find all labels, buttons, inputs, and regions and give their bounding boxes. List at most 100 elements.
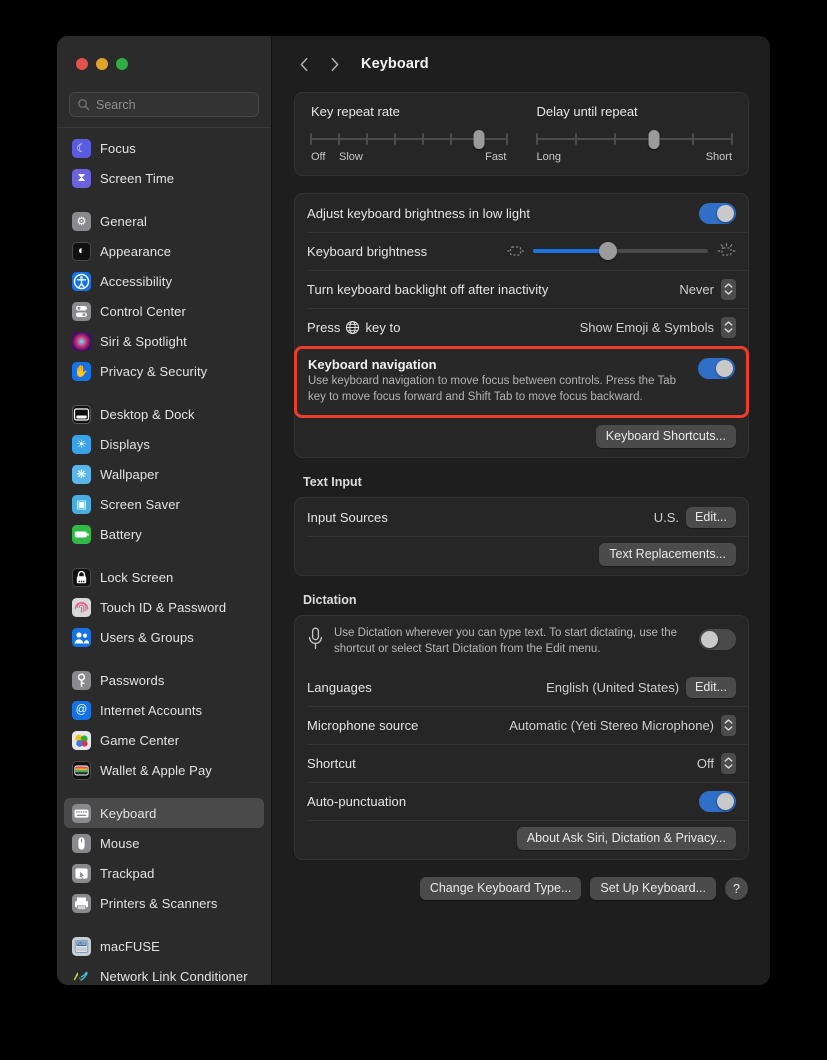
- sidebar-item-label: Displays: [100, 436, 150, 452]
- dictation-shortcut-row[interactable]: Shortcut Off: [295, 744, 748, 782]
- sidebar-item-displays[interactable]: ☀ Displays: [64, 429, 264, 459]
- close-button[interactable]: [76, 58, 88, 70]
- slider-knob[interactable]: [648, 130, 660, 149]
- keyboard-brightness-slider[interactable]: [533, 242, 708, 260]
- slider-knob[interactable]: [473, 130, 485, 149]
- sidebar-item-wallet-apple-pay[interactable]: Wallet & Apple Pay: [64, 755, 264, 785]
- adjust-brightness-label: Adjust keyboard brightness in low light: [307, 205, 531, 221]
- delay-repeat-slider[interactable]: [535, 130, 733, 149]
- lock-screen-icon: [72, 567, 91, 587]
- sidebar-item-appearance[interactable]: ◐ Appearance: [64, 236, 264, 266]
- auto-punctuation-toggle[interactable]: [699, 790, 736, 812]
- microphone-icon: [308, 627, 323, 650]
- sidebar-item-printers-scanners[interactable]: Printers & Scanners: [64, 888, 264, 918]
- sidebar-item-keyboard[interactable]: Keyboard: [64, 798, 264, 828]
- sidebar-item-label: Control Center: [100, 303, 186, 319]
- dictation-description: Use Dictation wherever you can type text…: [334, 627, 678, 655]
- forward-button[interactable]: [321, 51, 347, 77]
- globe-key-label-before: Press: [307, 319, 341, 335]
- sidebar-item-network-link-conditioner[interactable]: Network Link Conditioner: [64, 961, 264, 985]
- sidebar-item-label: Internet Accounts: [100, 702, 203, 718]
- page-title: Keyboard: [361, 56, 429, 72]
- sidebar-item-privacy-security[interactable]: ✋ Privacy & Security: [64, 356, 264, 386]
- keyboard-navigation-toggle[interactable]: [698, 358, 735, 379]
- input-sources-edit-button[interactable]: Edit...: [686, 506, 736, 528]
- sidebar-item-lock-screen[interactable]: Lock Screen: [64, 562, 264, 592]
- sidebar-item-internet-accounts[interactable]: @ Internet Accounts: [64, 695, 264, 725]
- search-box[interactable]: [69, 92, 259, 117]
- sidebar-item-users-groups[interactable]: Users & Groups: [64, 622, 264, 652]
- slider-tick: [337, 133, 340, 145]
- sidebar-item-screen-time[interactable]: ⧗ Screen Time: [64, 163, 264, 193]
- sidebar-item-desktop-dock[interactable]: Desktop & Dock: [64, 399, 264, 429]
- set-up-keyboard-button[interactable]: Set Up Keyboard...: [590, 877, 716, 901]
- delay-repeat-tick-labels: Long Short: [537, 151, 733, 166]
- appearance-icon: ◐: [72, 241, 91, 261]
- microphone-source-popup[interactable]: [721, 714, 736, 736]
- back-button[interactable]: [291, 51, 317, 77]
- game-center-icon: [72, 730, 91, 750]
- keyboard-navigation-row: Keyboard navigation Use keyboard navigat…: [294, 346, 749, 419]
- about-ask-siri-button[interactable]: About Ask Siri, Dictation & Privacy...: [516, 827, 736, 851]
- network-link-icon: [72, 967, 91, 986]
- sidebar-item-control-center[interactable]: Control Center: [64, 296, 264, 326]
- change-keyboard-type-button[interactable]: Change Keyboard Type...: [419, 877, 582, 901]
- sidebar-item-mouse[interactable]: Mouse: [64, 828, 264, 858]
- sidebar-item-focus[interactable]: ☾ Focus: [64, 133, 264, 163]
- sidebar-item-accessibility[interactable]: Accessibility: [64, 266, 264, 296]
- footer-buttons: Change Keyboard Type... Set Up Keyboard.…: [294, 877, 749, 916]
- sidebar-item-battery[interactable]: Battery: [64, 519, 264, 549]
- globe-key-popup[interactable]: [721, 316, 736, 338]
- minimize-button[interactable]: [96, 58, 108, 70]
- backlight-inactivity-row[interactable]: Turn keyboard backlight off after inacti…: [295, 270, 748, 308]
- search-input[interactable]: [96, 97, 251, 112]
- brightness-high-icon: [717, 243, 736, 256]
- dictation-languages-edit-button[interactable]: Edit...: [686, 676, 736, 698]
- dictation-toggle[interactable]: [699, 629, 736, 651]
- text-replacements-button[interactable]: Text Replacements...: [599, 543, 736, 567]
- chevron-up-icon: [724, 283, 733, 288]
- sidebar-item-game-center[interactable]: Game Center: [64, 725, 264, 755]
- dictation-shortcut-value: Off: [696, 755, 714, 771]
- sidebar-item-passwords[interactable]: Passwords: [64, 665, 264, 695]
- sidebar-item-screen-saver[interactable]: ▣ Screen Saver: [64, 489, 264, 519]
- dictation-languages-label: Languages: [307, 679, 372, 695]
- sidebar-item-touch-id-password[interactable]: Touch ID & Password: [64, 592, 264, 622]
- toggle-knob: [716, 360, 733, 377]
- sidebar-item-siri-spotlight[interactable]: Siri & Spotlight: [64, 326, 264, 356]
- key-repeat-tick-labels: Off Slow Fast: [311, 151, 507, 166]
- printers-icon: [72, 893, 91, 913]
- slider-knob[interactable]: [599, 242, 618, 260]
- adjust-brightness-row: Adjust keyboard brightness in low light: [295, 194, 748, 232]
- delay-repeat-group: Delay until repeat Long Short: [523, 104, 749, 166]
- toggle-knob: [701, 631, 718, 649]
- globe-key-row[interactable]: Press key to Show Emoji & Symbols: [295, 308, 748, 346]
- backlight-inactivity-popup[interactable]: [721, 278, 736, 300]
- toggle-knob: [717, 204, 734, 222]
- sidebar-item-macfuse[interactable]: FUSE macFUSE: [64, 931, 264, 961]
- battery-icon: [72, 524, 91, 544]
- sidebar-group-separator: [57, 386, 271, 399]
- keyboard-shortcuts-button[interactable]: Keyboard Shortcuts...: [595, 425, 736, 449]
- help-button[interactable]: ?: [725, 877, 748, 901]
- backlight-inactivity-label: Turn keyboard backlight off after inacti…: [307, 281, 549, 297]
- delay-repeat-label: Delay until repeat: [536, 104, 638, 119]
- key-repeat-slider[interactable]: [310, 130, 508, 149]
- dictation-shortcut-popup[interactable]: [721, 752, 736, 774]
- dictation-card: Use Dictation wherever you can type text…: [294, 615, 749, 861]
- microphone-source-row[interactable]: Microphone source Automatic (Yeti Stereo…: [295, 706, 748, 744]
- sidebar-item-wallpaper[interactable]: ❋ Wallpaper: [64, 459, 264, 489]
- slider-fill: [533, 249, 609, 253]
- sidebar-list[interactable]: ☾ Focus ⧗ Screen Time ⚙ General ◐ Appearance Acc…: [57, 127, 271, 985]
- microphone-source-value: Automatic (Yeti Stereo Microphone): [509, 717, 714, 733]
- sidebar-group-separator: [57, 785, 271, 798]
- trackpad-icon: [72, 863, 91, 883]
- sidebar-item-general[interactable]: ⚙ General: [64, 206, 264, 236]
- delay-short-label: Short: [705, 151, 732, 163]
- keyboard-brightness-row: Keyboard brightness: [295, 232, 748, 270]
- zoom-button[interactable]: [116, 58, 128, 70]
- touch-id-icon: [72, 597, 91, 617]
- sidebar-group-separator: [57, 193, 271, 206]
- adjust-brightness-toggle[interactable]: [699, 202, 736, 224]
- sidebar-item-trackpad[interactable]: Trackpad: [64, 858, 264, 888]
